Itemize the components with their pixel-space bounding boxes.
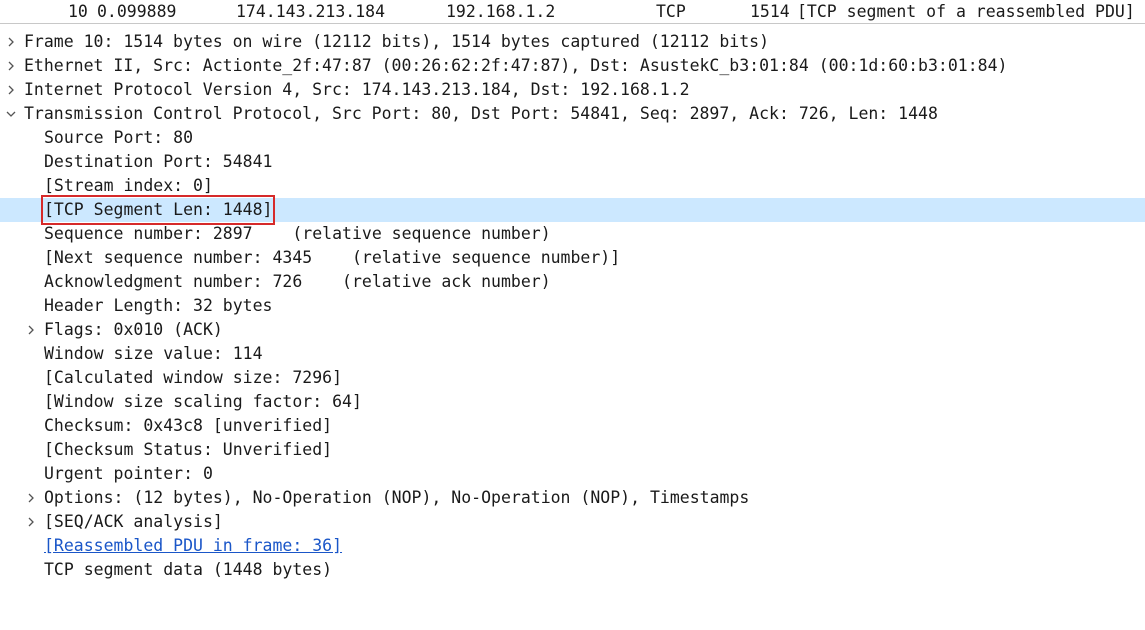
packet-length: 1514 <box>750 2 790 21</box>
packet-list-row[interactable]: 10 0.099889 174.143.213.184 192.168.1.2 … <box>0 0 1145 24</box>
tree-item-label: [SEQ/ACK analysis] <box>44 512 223 531</box>
tree-item-flags[interactable]: Flags: 0x010 (ACK) <box>0 318 1145 342</box>
tree-item-urgent-pointer[interactable]: Urgent pointer: 0 <box>0 462 1145 486</box>
tree-item-label: Ethernet II, Src: Actionte_2f:47:87 (00:… <box>24 56 1008 75</box>
chevron-right-icon[interactable] <box>24 510 38 534</box>
tree-item-label: Internet Protocol Version 4, Src: 174.14… <box>24 80 690 99</box>
tree-item-ethernet[interactable]: Ethernet II, Src: Actionte_2f:47:87 (00:… <box>0 54 1145 78</box>
packet-protocol: TCP <box>656 2 686 21</box>
tree-item-label: Window size value: 114 <box>44 344 263 363</box>
tree-item-frame[interactable]: Frame 10: 1514 bytes on wire (12112 bits… <box>0 30 1145 54</box>
tree-item-label: Frame 10: 1514 bytes on wire (12112 bits… <box>24 32 770 51</box>
tree-item-checksum-status[interactable]: [Checksum Status: Unverified] <box>0 438 1145 462</box>
tree-item-label: Flags: 0x010 (ACK) <box>44 320 223 339</box>
tree-item-label: Header Length: 32 bytes <box>44 296 273 315</box>
tree-item-label: Options: (12 bytes), No-Operation (NOP),… <box>44 488 750 507</box>
tree-item-label-highlighted: [TCP Segment Len: 1448] <box>40 195 276 225</box>
tree-item-segment-data[interactable]: TCP segment data (1448 bytes) <box>0 558 1145 582</box>
packet-source: 174.143.213.184 <box>236 2 386 21</box>
tree-item-sequence-number[interactable]: Sequence number: 2897 (relative sequence… <box>0 222 1145 246</box>
tree-item-label: Urgent pointer: 0 <box>44 464 213 483</box>
tree-item-window-size-value[interactable]: Window size value: 114 <box>0 342 1145 366</box>
tree-item-label: [Checksum Status: Unverified] <box>44 440 333 459</box>
tree-item-label: Source Port: 80 <box>44 128 194 147</box>
tree-item-label: [Window size scaling factor: 64] <box>44 392 362 411</box>
tree-item-label: Transmission Control Protocol, Src Port:… <box>24 104 938 123</box>
tree-item-ack-number[interactable]: Acknowledgment number: 726 (relative ack… <box>0 270 1145 294</box>
tree-item-seq-ack-analysis[interactable]: [SEQ/ACK analysis] <box>0 510 1145 534</box>
tree-item-destination-port[interactable]: Destination Port: 54841 <box>0 150 1145 174</box>
tree-item-stream-index[interactable]: [Stream index: 0] <box>0 174 1145 198</box>
tree-item-reassembled-pdu[interactable]: [Reassembled PDU in frame: 36] <box>0 534 1145 558</box>
chevron-right-icon[interactable] <box>4 54 18 78</box>
tree-item-window-scaling-factor[interactable]: [Window size scaling factor: 64] <box>0 390 1145 414</box>
tree-item-options[interactable]: Options: (12 bytes), No-Operation (NOP),… <box>0 486 1145 510</box>
tree-item-label: [Calculated window size: 7296] <box>44 368 343 387</box>
chevron-right-icon[interactable] <box>4 78 18 102</box>
tree-item-label: [Next sequence number: 4345 (relative se… <box>44 248 621 267</box>
packet-destination: 192.168.1.2 <box>446 2 556 21</box>
tree-item-label: Sequence number: 2897 (relative sequence… <box>44 224 551 243</box>
tree-item-label: Destination Port: 54841 <box>44 152 273 171</box>
chevron-down-icon[interactable] <box>4 102 18 126</box>
tree-item-label: Checksum: 0x43c8 [unverified] <box>44 416 333 435</box>
packet-info: [TCP segment of a reassembled PDU] <box>797 2 1135 21</box>
tree-item-tcp[interactable]: Transmission Control Protocol, Src Port:… <box>0 102 1145 126</box>
tree-item-label: TCP segment data (1448 bytes) <box>44 560 333 579</box>
tree-item-checksum[interactable]: Checksum: 0x43c8 [unverified] <box>0 414 1145 438</box>
packet-no: 10 <box>68 2 88 21</box>
tree-item-label: Acknowledgment number: 726 (relative ack… <box>44 272 551 291</box>
chevron-right-icon[interactable] <box>4 30 18 54</box>
tree-item-label: [Stream index: 0] <box>44 176 213 195</box>
reassembled-pdu-link[interactable]: [Reassembled PDU in frame: 36] <box>44 534 342 558</box>
tree-item-next-sequence-number[interactable]: [Next sequence number: 4345 (relative se… <box>0 246 1145 270</box>
chevron-right-icon[interactable] <box>24 318 38 342</box>
tree-item-ip[interactable]: Internet Protocol Version 4, Src: 174.14… <box>0 78 1145 102</box>
packet-details-tree: Frame 10: 1514 bytes on wire (12112 bits… <box>0 30 1145 582</box>
chevron-right-icon[interactable] <box>24 486 38 510</box>
tree-item-header-length[interactable]: Header Length: 32 bytes <box>0 294 1145 318</box>
tree-item-segment-len[interactable]: [TCP Segment Len: 1448] <box>0 195 1145 225</box>
tree-item-source-port[interactable]: Source Port: 80 <box>0 126 1145 150</box>
tree-item-calculated-window-size[interactable]: [Calculated window size: 7296] <box>0 366 1145 390</box>
packet-time: 0.099889 <box>97 2 177 21</box>
